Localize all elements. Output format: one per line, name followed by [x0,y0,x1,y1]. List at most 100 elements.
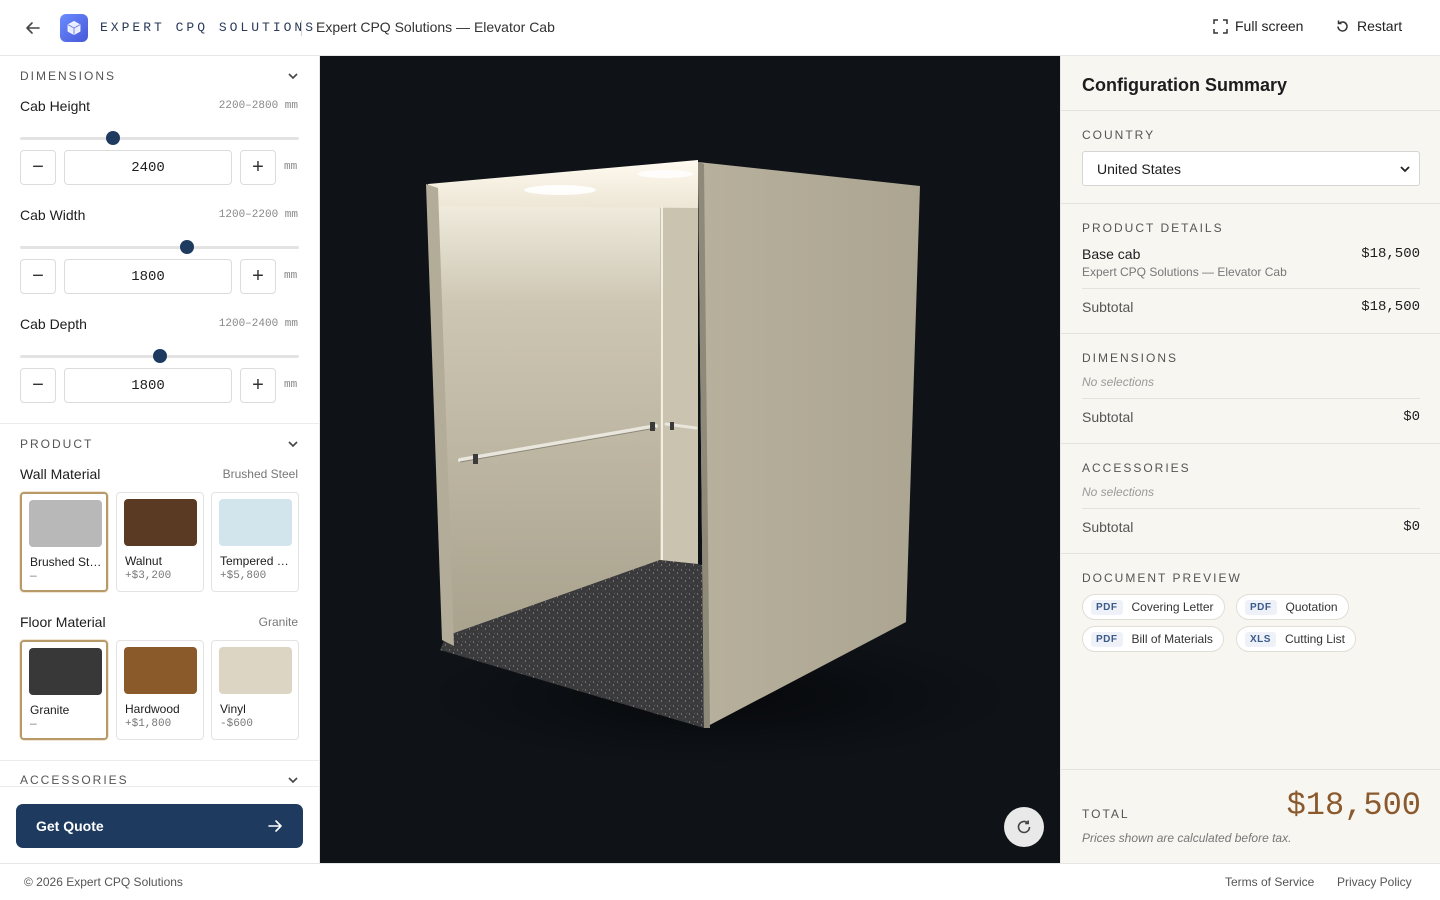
country-select[interactable]: United States [1082,151,1420,186]
floor-option-name: Granite [30,703,70,717]
fullscreen-icon [1213,18,1228,34]
cab-height-decrement-button[interactable]: − [20,150,56,185]
cab-width-slider-thumb[interactable] [180,240,195,254]
restart-label: Restart [1357,18,1403,34]
cab-height-slider-thumb[interactable] [105,131,120,145]
wall-option-name: Walnut [125,554,162,568]
cab-depth-slider-thumb[interactable] [152,349,167,363]
terms-link[interactable]: Terms of Service [1225,875,1314,889]
cab-depth-slider[interactable] [20,349,299,363]
doc-bill-of-materials[interactable]: PDF Bill of Materials [1082,626,1224,652]
minus-icon: − [32,156,44,178]
base-cab-name: Base cab [1082,246,1141,262]
floor-option-price: — [30,719,37,731]
accessories-no-selections: No selections [1082,485,1155,499]
cab-width-input[interactable]: 1800 [64,259,232,294]
cab-depth-input[interactable]: 1800 [64,368,232,403]
product-details-label: PRODUCT DETAILS [1082,221,1224,235]
base-cab-amount: $18,500 [1361,246,1420,262]
floor-option-price: -$600 [220,718,254,730]
floor-material-label: Floor Material [20,614,106,630]
cab-height-unit: mm [284,161,298,173]
line-divider [1082,288,1420,289]
floor-option-name: Hardwood [125,702,180,716]
floor-option-price: +$1,800 [125,718,172,730]
walnut-swatch [124,499,197,546]
wall-option-brushed-steel[interactable]: Brushed Steel — [20,492,108,592]
3d-viewport[interactable] [320,56,1060,863]
hardwood-swatch [124,647,197,694]
cab-height-increment-button[interactable]: + [240,150,276,185]
doc-name: Cutting List [1284,632,1345,646]
wall-option-tempered-glass[interactable]: Tempered Glass +$5,800 [211,492,299,592]
cab-height-input[interactable]: 2400 [64,150,232,185]
dimensions-no-selections: No selections [1082,375,1155,389]
doc-name: Covering Letter [1131,600,1214,614]
cab-width-slider[interactable] [20,240,299,254]
minus-icon: − [32,265,44,287]
wall-material-current: Brushed Steel [222,467,298,481]
cab-height-slider[interactable] [20,131,299,145]
plus-icon: + [252,265,264,287]
doc-cutting-list[interactable]: XLS Cutting List [1236,626,1356,652]
summary-divider [1061,333,1440,334]
cab-width-label: Cab Width [20,207,86,223]
product-section-title: PRODUCT [20,437,94,451]
country-value: United States [1097,160,1182,177]
dimensions-section-header[interactable]: DIMENSIONS [20,66,299,86]
brand-name: EXPERT CPQ SOLUTIONS [100,20,317,35]
floor-option-vinyl[interactable]: Vinyl -$600 [211,640,299,740]
wall-option-price: — [30,571,37,583]
doc-type-badge: PDF [1091,631,1123,647]
wall-option-walnut[interactable]: Walnut +$3,200 [116,492,204,592]
floor-option-hardwood[interactable]: Hardwood +$1,800 [116,640,204,740]
copyright: © 2026 Expert CPQ Solutions [24,875,183,889]
cab-depth-increment-button[interactable]: + [240,368,276,403]
chevron-down-icon [288,777,298,784]
doc-quotation[interactable]: PDF Quotation [1236,594,1349,620]
dimensions-subtotal-amount: $0 [1403,409,1420,425]
arrow-right-icon [268,820,282,832]
fullscreen-button[interactable]: Full screen [1213,18,1303,34]
total-label: TOTAL [1082,807,1130,821]
header-divider [301,20,302,36]
summary-divider [1061,443,1440,444]
get-quote-label: Get Quote [36,818,104,834]
configurator-panel: DIMENSIONS Cab Height 2200–2800 mm − 240… [0,56,320,863]
wall-material-label: Wall Material [20,466,101,482]
fullscreen-label: Full screen [1235,18,1304,34]
restart-icon [1337,20,1348,32]
reset-view-button[interactable] [1004,807,1044,847]
cab-depth-unit: mm [284,379,298,391]
doc-covering-letter[interactable]: PDF Covering Letter [1082,594,1225,620]
chevron-down-icon [1400,165,1410,172]
minus-icon: − [32,374,44,396]
accessories-subtotal-label: Subtotal [1082,519,1134,535]
get-quote-button[interactable]: Get Quote [16,804,303,848]
restart-button[interactable]: Restart [1335,18,1402,34]
product-section-header[interactable]: PRODUCT [20,434,299,454]
chevron-down-icon [288,441,298,448]
cab-width-increment-button[interactable]: + [240,259,276,294]
wall-option-name: Tempered Glass [220,554,294,568]
granite-swatch [29,648,102,695]
cab-depth-range: 1200–2400 mm [218,318,298,330]
cab-depth-decrement-button[interactable]: − [20,368,56,403]
dimensions-summary-label: DIMENSIONS [1082,351,1179,365]
cab-width-decrement-button[interactable]: − [20,259,56,294]
line-divider [1082,398,1420,399]
privacy-link[interactable]: Privacy Policy [1337,875,1412,889]
plus-icon: + [252,156,264,178]
summary-divider [1061,110,1440,111]
back-arrow-icon[interactable] [22,17,44,39]
page-footer: © 2026 Expert CPQ Solutions Terms of Ser… [0,863,1440,900]
page-title: Expert CPQ Solutions — Elevator Cab [316,19,555,35]
summary-divider [1061,203,1440,204]
total-amount: $18,500 [1286,787,1421,824]
cab-height-range: 2200–2800 mm [218,100,298,112]
floor-option-granite[interactable]: Granite — [20,640,108,740]
wall-option-name: Brushed Steel [30,555,104,569]
section-divider [0,423,319,424]
summary-title: Configuration Summary [1082,75,1288,95]
doc-type-badge: XLS [1245,631,1276,647]
